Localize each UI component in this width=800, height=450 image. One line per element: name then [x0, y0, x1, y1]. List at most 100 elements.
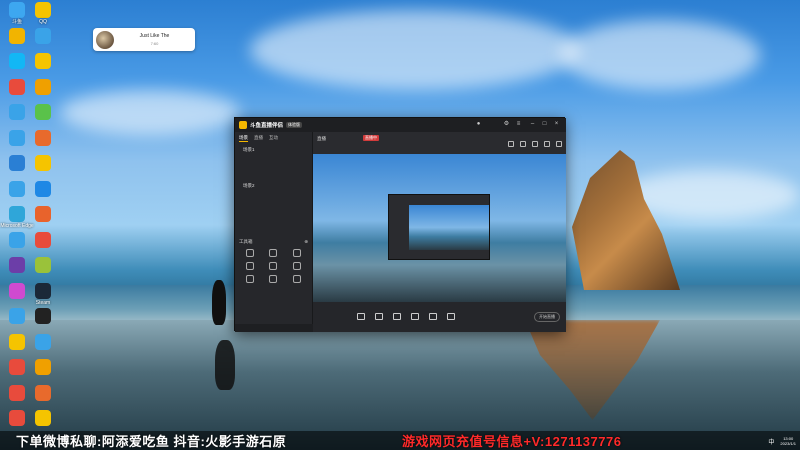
menu-icon[interactable]: ≡ [515, 121, 522, 128]
stream-preview[interactable] [313, 154, 566, 302]
input-language[interactable]: 中 [768, 437, 774, 446]
toolbar-button[interactable] [411, 313, 419, 321]
toolbar-icon [411, 313, 419, 320]
desktop-icon[interactable] [30, 53, 56, 79]
tool-item[interactable] [286, 275, 308, 284]
desktop-icon[interactable] [4, 129, 30, 156]
scene-item[interactable] [235, 163, 312, 172]
tool-item[interactable] [263, 262, 285, 271]
banner-text-right: 游戏网页充值号信息+V:1271137776 [402, 434, 622, 449]
desktop-icon[interactable] [30, 27, 56, 54]
desktop-icon[interactable] [30, 384, 56, 411]
tool-item[interactable] [263, 275, 285, 284]
scene-item[interactable]: 场景1 [235, 145, 312, 154]
tool-item[interactable] [239, 262, 261, 271]
desktop-icon[interactable] [30, 308, 56, 334]
toolbar-button[interactable] [447, 313, 455, 321]
toolbar-button[interactable] [393, 313, 401, 321]
tab-live[interactable]: 直播 [254, 135, 263, 142]
scene-item[interactable] [235, 208, 312, 217]
tool-icon [245, 262, 254, 270]
maximize-icon[interactable]: □ [541, 121, 548, 128]
desktop-icon[interactable] [30, 333, 56, 360]
live-room-title[interactable]: 直播 [317, 136, 326, 142]
settings-icon[interactable]: ⚙ [503, 121, 510, 128]
app-icon [35, 359, 51, 375]
tool-item[interactable] [263, 249, 285, 258]
scene-item[interactable] [235, 172, 312, 181]
scene-item[interactable]: 场景2 [235, 181, 312, 190]
toolbox-add-icon[interactable]: ⊕ [304, 239, 308, 245]
scene-item[interactable] [235, 154, 312, 163]
desktop-icon[interactable] [4, 282, 30, 309]
message-icon[interactable] [508, 141, 514, 147]
app-icon [9, 282, 25, 299]
desktop-icon[interactable]: Microsoft Edge [0, 206, 34, 232]
app-icon [35, 308, 51, 324]
notification-subtitle: 7:60 [150, 41, 159, 46]
tab-interact[interactable]: 互动 [269, 135, 278, 142]
start-live-button[interactable]: 开始直播 [534, 312, 560, 322]
scene-item[interactable] [235, 226, 312, 235]
desktop-icon[interactable]: Steam [30, 282, 56, 309]
tool-item[interactable] [286, 262, 308, 271]
desktop-icon[interactable] [4, 231, 30, 258]
toolbar-button[interactable] [375, 313, 383, 321]
desktop-icon-label: 斗鱼 [11, 19, 22, 25]
desktop-icon[interactable] [30, 231, 56, 258]
title-bar[interactable]: 斗鱼直播伴侣 体验版 ● ⚙ ≡ – □ × [235, 118, 566, 132]
tool-item[interactable] [239, 275, 261, 284]
app-icon [35, 231, 51, 248]
desktop-icon[interactable] [4, 180, 30, 207]
share-icon[interactable] [556, 141, 562, 147]
desktop-icon[interactable] [4, 155, 30, 181]
scene-item[interactable] [235, 217, 312, 226]
bottom-toolbar: 开始直播 [313, 302, 566, 332]
desktop-icon[interactable] [30, 155, 56, 181]
desktop-icon[interactable] [4, 27, 30, 54]
fullscreen-icon[interactable] [532, 141, 538, 147]
app-icon [35, 282, 51, 299]
desktop-icon[interactable] [30, 257, 56, 283]
desktop-icon[interactable] [30, 206, 56, 232]
minimize-icon[interactable]: – [529, 121, 536, 128]
desktop-icon[interactable] [4, 333, 30, 360]
notification-card[interactable]: Just Like The 7:60 [93, 28, 195, 51]
desktop-icon[interactable] [4, 308, 30, 334]
app-icon [35, 2, 51, 18]
desktop-icon[interactable] [4, 359, 30, 385]
desktop-icon[interactable] [30, 78, 56, 105]
scene-item[interactable] [235, 199, 312, 208]
app-icon [35, 129, 51, 146]
desktop-icon[interactable] [30, 129, 56, 156]
desktop-icon[interactable] [30, 359, 56, 385]
tab-scenes[interactable]: 场景 [239, 135, 248, 142]
toolbar-button[interactable] [429, 313, 437, 321]
app-icon [9, 333, 25, 350]
desktop-icon[interactable]: 斗鱼 [4, 2, 30, 28]
tool-icon [269, 275, 278, 283]
desktop-icon[interactable]: QQ [30, 2, 56, 28]
scene-item[interactable] [235, 190, 312, 199]
toolbar-button[interactable] [357, 313, 365, 321]
avatar-icon[interactable]: ● [475, 121, 482, 128]
tool-item[interactable] [239, 249, 261, 258]
close-icon[interactable]: × [553, 121, 560, 128]
app-icon [9, 180, 25, 197]
desktop-icon[interactable] [4, 257, 30, 283]
app-icon [9, 78, 25, 95]
settings-icon[interactable] [544, 141, 550, 147]
streaming-app-window[interactable]: 斗鱼直播伴侣 体验版 ● ⚙ ≡ – □ × 场景 直播 互动 场景1 场景2 工… [234, 117, 566, 332]
app-icon [9, 257, 25, 273]
desktop-icon[interactable] [4, 384, 30, 411]
app-icon [35, 27, 51, 44]
gift-icon[interactable] [520, 141, 526, 147]
clock[interactable]: 13:00 2023/1/1 [780, 436, 796, 446]
app-icon [9, 155, 25, 171]
desktop-icon[interactable] [30, 180, 56, 207]
desktop-icon[interactable] [4, 78, 30, 105]
desktop-icon[interactable] [4, 104, 30, 130]
desktop-icon[interactable] [30, 104, 56, 130]
desktop-icon[interactable] [4, 53, 30, 79]
tool-item[interactable] [286, 249, 308, 258]
